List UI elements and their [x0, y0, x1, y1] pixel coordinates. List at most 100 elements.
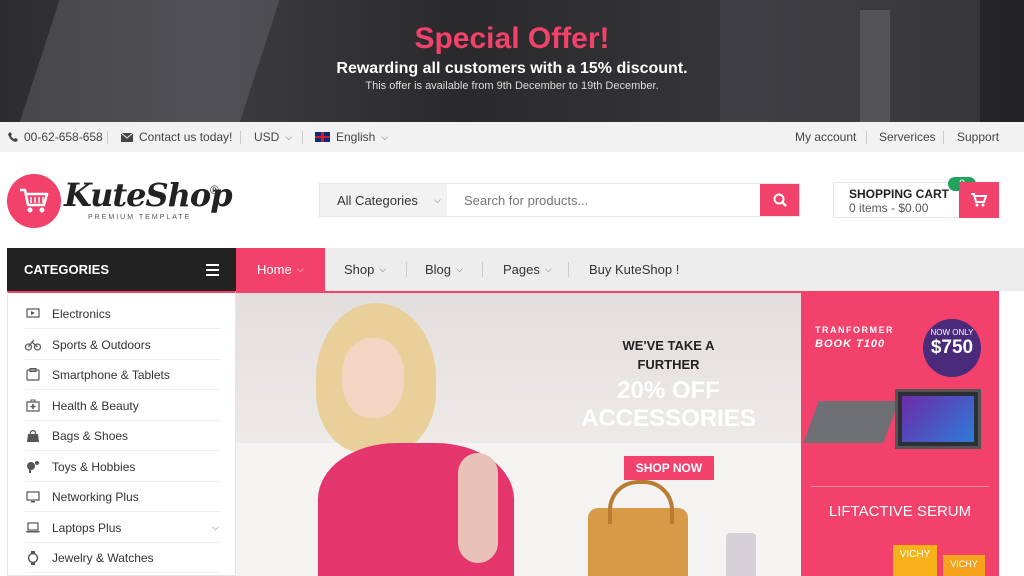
hero-discount: 20% OFF	[617, 377, 720, 404]
divider	[943, 131, 944, 144]
nav-buy-label: Buy KuteShop !	[589, 262, 680, 277]
logo-wordmark[interactable]: KuteShop	[64, 176, 233, 214]
side-promo-banner[interactable]: TRANFORMER BOOK T100 NOW ONLY $750 LIFTA…	[801, 291, 999, 576]
chevron-down-icon[interactable]: ⌵	[212, 522, 219, 533]
promo-title: Special Offer!	[414, 22, 610, 55]
serum-product-image: VICHY	[893, 545, 937, 576]
category-label: Jewelry & Watches	[52, 550, 154, 565]
category-item-smartphones[interactable]: Smartphone & Tablets	[25, 360, 221, 390]
search-bar: All Categories ⌵	[319, 183, 800, 217]
divider	[568, 262, 569, 277]
category-select[interactable]: All Categories ⌵	[320, 184, 447, 216]
category-label: Laptops Plus	[52, 520, 122, 535]
currency-label: USD	[254, 130, 280, 144]
contact-link[interactable]: Contact us today!	[121, 122, 232, 152]
bag-icon	[25, 428, 41, 444]
chevron-down-icon: ⌵	[379, 264, 387, 274]
model-face-shape	[342, 338, 404, 418]
language-label: English	[336, 130, 376, 144]
divider	[482, 262, 483, 277]
serum-product-image: VICHY	[943, 555, 985, 576]
nav-shop-label: Shop	[344, 262, 375, 277]
category-item-jewelry[interactable]: Jewelry & Watches	[25, 543, 221, 573]
chevron-down-icon: ⌵	[285, 132, 293, 142]
promo-banner: Special Offer! Rewarding all customers w…	[0, 0, 1024, 122]
toy-icon	[25, 459, 41, 475]
chevron-down-icon: ⌵	[456, 264, 463, 274]
category-label: Bags & Shoes	[52, 428, 129, 443]
hero-line-1: WE'VE TAKE A	[622, 338, 715, 353]
model-glove-shape	[458, 453, 498, 563]
nav-pages-label: Pages	[503, 262, 540, 277]
shop-now-button[interactable]: SHOP NOW	[624, 456, 714, 480]
phone-link[interactable]: 00-62-658-658	[8, 122, 103, 152]
category-label: Electronics	[52, 306, 111, 321]
price-value: $750	[930, 337, 974, 358]
promo-subtitle: Rewarding all customers with a 15% disco…	[336, 60, 688, 77]
divider	[302, 131, 303, 144]
nav-pages[interactable]: Pages ⌵	[503, 248, 552, 291]
contact-label: Contact us today!	[139, 130, 233, 144]
chevron-down-icon: ⌵	[544, 264, 552, 274]
category-item-health[interactable]: Health & Beauty	[25, 391, 221, 421]
tablet-image	[895, 389, 981, 449]
category-item-laptops[interactable]: Laptops Plus ⌵	[25, 513, 221, 543]
chevron-down-icon: ⌵	[381, 132, 389, 142]
product-brand-label: VICHY	[899, 549, 931, 560]
chevron-down-icon: ⌵	[296, 264, 304, 274]
category-label: Smartphone & Tablets	[52, 367, 170, 382]
watch-icon	[25, 550, 41, 566]
serum-promo-title[interactable]: LIFTACTIVE SERUM	[801, 503, 999, 520]
nav-buy[interactable]: Buy KuteShop !	[589, 248, 679, 291]
promo-note: This offer is available from 9th Decembe…	[365, 80, 659, 92]
category-label: Sports & Outdoors	[52, 337, 151, 352]
category-item-toys[interactable]: Toys & Hobbies	[25, 452, 221, 482]
category-item-networking[interactable]: Networking Plus	[25, 482, 221, 512]
uk-flag-icon	[315, 132, 330, 142]
promo-product-line1: TRANFORMER	[815, 325, 894, 335]
utility-bar: 00-62-658-658 Contact us today! USD ⌵ En…	[0, 122, 1024, 152]
nav-home-label: Home	[257, 262, 292, 277]
currency-select[interactable]: USD ⌵	[254, 122, 292, 152]
menu-icon	[206, 264, 219, 279]
nav-blog[interactable]: Blog ⌵	[425, 248, 463, 291]
divider	[107, 131, 108, 144]
category-label: Networking Plus	[52, 489, 139, 504]
nav-blog-label: Blog	[425, 262, 452, 277]
nav-home[interactable]: Home ⌵	[236, 248, 325, 291]
phone-number: 00-62-658-658	[24, 130, 103, 144]
language-select[interactable]: English ⌵	[315, 122, 388, 152]
category-label: Health & Beauty	[52, 398, 139, 413]
price-label: NOW ONLY	[930, 328, 974, 337]
cart-logo-icon[interactable]	[7, 174, 61, 228]
category-item-sports[interactable]: Sports & Outdoors	[25, 330, 221, 360]
categories-toggle[interactable]: CATEGORIES	[7, 248, 236, 291]
logo-registered-mark: ®	[210, 183, 219, 197]
my-account-label: My account	[795, 130, 857, 144]
category-item-electronics[interactable]: Electronics	[25, 299, 221, 329]
monitor-icon	[25, 306, 41, 322]
hero-category: ACCESSORIES	[581, 405, 756, 432]
divider	[406, 262, 407, 277]
promo-product-line2: BOOK T100	[815, 338, 886, 350]
envelope-icon	[121, 132, 133, 142]
services-link[interactable]: Serverices	[879, 122, 936, 152]
support-link[interactable]: Support	[957, 122, 999, 152]
category-item-bags[interactable]: Bags & Shoes	[25, 421, 221, 451]
search-input[interactable]	[447, 184, 760, 216]
nav-shop[interactable]: Shop ⌵	[344, 248, 386, 291]
cart-button[interactable]	[959, 182, 999, 218]
shopping-cart[interactable]: SHOPPING CART 0 items - $0.00 0	[833, 177, 999, 218]
cart-label: SHOPPING CART	[849, 187, 950, 201]
hero-banner[interactable]: WE'VE TAKE A FURTHER 20% OFF ACCESSORIES…	[236, 291, 801, 576]
phone-icon	[8, 132, 18, 142]
network-icon	[25, 489, 41, 505]
divider	[866, 131, 867, 144]
my-account-link[interactable]: My account	[795, 122, 856, 152]
handbag-image	[588, 480, 688, 576]
cart-icon	[971, 193, 987, 207]
cart-summary: 0 items - $0.00	[849, 201, 929, 215]
product-brand-label: VICHY	[950, 559, 978, 569]
categories-title: CATEGORIES	[24, 262, 109, 277]
search-button[interactable]	[760, 184, 799, 216]
